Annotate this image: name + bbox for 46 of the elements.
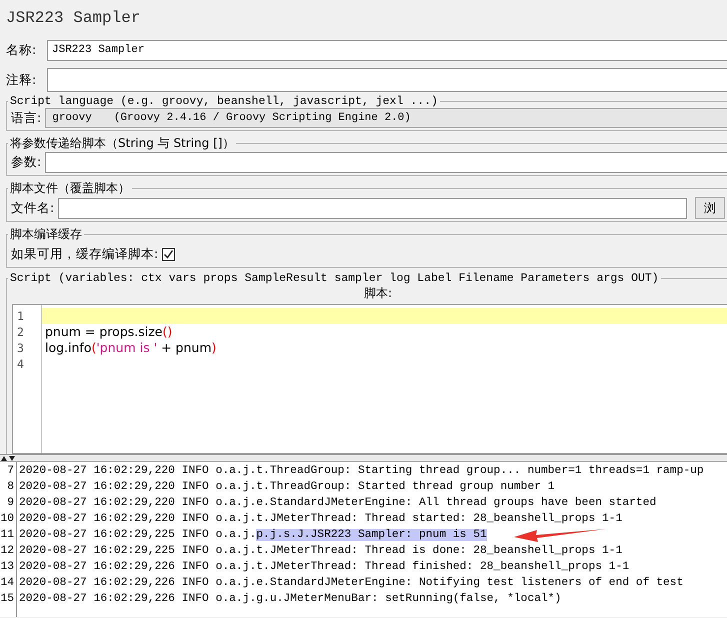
log-line: 2020-08-27 16:02:29,220 INFO o.a.j.t.ThreadGroup: Started thread group number 1	[19, 480, 555, 495]
language-dropdown[interactable]: groovy (Groovy 2.4.16 / Groovy Scripting Engine 2.0)	[45, 108, 727, 128]
field-label: 注释:	[6, 72, 38, 88]
field-label: 名称:	[6, 42, 38, 58]
line-number: 7	[6, 464, 15, 479]
line-number: 13	[0, 560, 15, 575]
line-number: 2	[16, 324, 25, 340]
field-label: 参数:	[11, 154, 42, 171]
line-number: 10	[0, 512, 15, 527]
log-line: 2020-08-27 16:02:29,220 INFO o.a.j.t.ThreadGroup: Starting thread group... number=1 threads=1 ramp-up	[19, 464, 704, 479]
field-label: 语言:	[11, 110, 42, 126]
filename-field[interactable]	[58, 198, 687, 218]
log-line: 2020-08-27 16:02:29,220 INFO o.a.j.e.StandardJMeterEngine: All thread groups have been started	[19, 496, 656, 511]
line-number: 1	[16, 308, 25, 324]
window-title: JSR223 Sampler	[5, 8, 142, 29]
log-line: 2020-08-27 16:02:29,225 INFO o.a.j.p.j.s.J.JSR223 Sampler: pnum is 51	[19, 528, 487, 543]
log-line: 2020-08-27 16:02:29,226 INFO o.a.j.e.StandardJMeterEngine: Notifying test listeners of end of test	[19, 576, 684, 591]
log-line: 2020-08-27 16:02:29,226 INFO o.a.j.t.JMeterThread: Thread finished: 28_beanshell_props 1-1	[19, 560, 630, 575]
line-number: 12	[0, 544, 15, 559]
name-field[interactable]: JSR223 Sampler	[47, 40, 727, 60]
code-line: log.info('pnum is ' + pnum)	[44, 340, 218, 356]
log-line: 2020-08-27 16:02:29,226 INFO o.a.j.g.u.JMeterMenuBar: setRunning(false, *local*)	[19, 592, 562, 607]
checkbox-label: 如果可用，缓存编译脚本:	[11, 246, 158, 262]
group-title: 将参数传递给脚本（String 与 String []）	[9, 135, 236, 152]
split-arrows-icon[interactable]	[1, 456, 15, 460]
cache-checkbox[interactable]	[162, 248, 176, 260]
group-title: 脚本文件（覆盖脚本）	[9, 180, 131, 197]
group-title: 脚本编译缓存	[9, 226, 83, 243]
line-number: 9	[6, 496, 15, 511]
log-line: 2020-08-27 16:02:29,220 INFO o.a.j.t.JMeterThread: Thread started: 28_beanshell_props 1-1	[19, 512, 622, 527]
editor-label: 脚本:	[364, 286, 392, 300]
parameters-field[interactable]	[45, 152, 727, 173]
line-number: 8	[6, 480, 15, 495]
field-label: 文件名:	[11, 200, 54, 216]
browse-button[interactable]: 浏	[695, 197, 725, 219]
code-line: pnum = props.size()	[44, 324, 174, 340]
log-line: 2020-08-27 16:02:29,225 INFO o.a.j.t.JMeterThread: Thread is done: 28_beanshell_props 1-1	[19, 544, 622, 559]
group-title: Script language (e.g. groovy, beanshell, javascript, jexl ...)	[9, 95, 439, 108]
line-number: 14	[0, 576, 15, 591]
line-number: 4	[16, 356, 25, 372]
group-title: Script (variables: ctx vars props SampleResult sampler log Label Filename Parameters args OUT)	[9, 272, 660, 285]
comment-field[interactable]	[47, 68, 727, 92]
line-number: 3	[16, 340, 25, 356]
line-number: 15	[0, 592, 15, 607]
line-number: 11	[0, 528, 15, 543]
script-editor[interactable]: 1 2 3 4 pnum = props.size() log.info('pnum is ' + pnum)	[12, 304, 727, 454]
